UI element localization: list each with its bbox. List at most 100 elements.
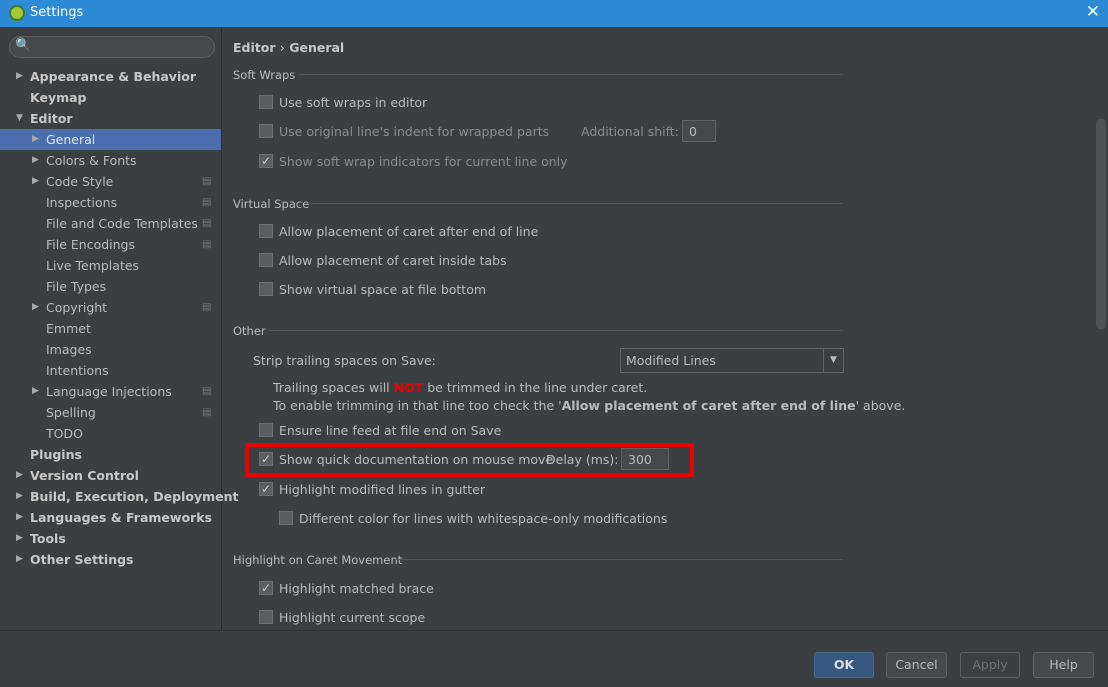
sidebar-item-label: Intentions <box>46 363 109 378</box>
sidebar-item-colors-fonts[interactable]: ▶ Colors & Fonts <box>0 150 221 171</box>
sidebar-item-other-settings[interactable]: ▶ Other Settings <box>0 549 221 570</box>
sidebar-item-intentions[interactable]: Intentions <box>0 360 221 381</box>
collapsed-arrow-icon[interactable]: ▶ <box>32 171 39 192</box>
sidebar-item-label: Live Templates <box>46 258 140 273</box>
collapsed-arrow-icon[interactable]: ▶ <box>32 150 39 171</box>
collapsed-arrow-icon[interactable]: ▶ <box>16 486 23 507</box>
sidebar-item-live-templates[interactable]: Live Templates <box>0 255 221 276</box>
project-settings-icon: ▤ <box>202 302 212 313</box>
ok-button[interactable]: OK <box>814 652 874 678</box>
sidebar-item-inspections[interactable]: Inspections ▤ <box>0 192 221 213</box>
vertical-scrollbar[interactable] <box>1096 119 1106 329</box>
search-input[interactable]: 🔍 <box>9 36 215 58</box>
note-text: To enable trimming in that line too chec… <box>273 398 562 413</box>
project-settings-icon: ▤ <box>202 407 212 418</box>
delay-label: Delay (ms): <box>546 452 619 467</box>
divider <box>299 74 843 75</box>
project-settings-icon: ▤ <box>202 386 212 397</box>
sidebar-item-label: Tools <box>30 531 66 546</box>
caret-inside-tabs-label: Allow placement of caret inside tabs <box>279 253 507 268</box>
caret-after-end-label: Allow placement of caret after end of li… <box>279 224 539 239</box>
section-caret-movement: Highlight on Caret Movement <box>233 553 403 567</box>
virtual-space-bottom-label: Show virtual space at file bottom <box>279 282 487 297</box>
sidebar-item-build-execution-deployment[interactable]: ▶ Build, Execution, Deployment <box>0 486 238 507</box>
dialog-footer: OK Cancel Apply Help <box>0 630 1108 687</box>
virtual-space-bottom-checkbox[interactable] <box>259 282 273 296</box>
sidebar-item-label: Emmet <box>46 321 91 336</box>
collapsed-arrow-icon[interactable]: ▶ <box>32 381 39 402</box>
trailing-note-2: To enable trimming in that line too chec… <box>273 398 905 413</box>
sidebar-item-languages-frameworks[interactable]: ▶ Languages & Frameworks <box>0 507 221 528</box>
sidebar-item-keymap[interactable]: Keymap <box>0 87 221 108</box>
sidebar-item-label: Other Settings <box>30 552 134 567</box>
cancel-button[interactable]: Cancel <box>886 652 947 678</box>
expanded-arrow-icon[interactable]: ▼ <box>16 108 23 129</box>
sidebar-item-version-control[interactable]: ▶ Version Control <box>0 465 221 486</box>
matched-brace-checkbox[interactable]: ✓ <box>259 581 273 595</box>
close-icon[interactable]: ✕ <box>1086 2 1100 22</box>
sidebar-item-tools[interactable]: ▶ Tools <box>0 528 221 549</box>
sidebar-item-language-injections[interactable]: ▶ Language Injections ▤ <box>0 381 221 402</box>
apply-button[interactable]: Apply <box>960 652 1020 678</box>
sidebar-item-label: TODO <box>46 426 83 441</box>
use-soft-wraps-checkbox[interactable] <box>259 95 273 109</box>
section-virtual-space: Virtual Space <box>233 197 310 211</box>
android-studio-logo-icon <box>9 5 25 21</box>
sidebar-item-emmet[interactable]: Emmet <box>0 318 221 339</box>
sidebar-item-file-and-code-templates[interactable]: File and Code Templates ▤ <box>0 213 221 234</box>
caret-after-end-checkbox[interactable] <box>259 224 273 238</box>
quick-doc-checkbox[interactable]: ✓ <box>259 452 273 466</box>
breadcrumb-current: General <box>289 40 345 55</box>
help-button[interactable]: Help <box>1033 652 1094 678</box>
sidebar-item-label: Build, Execution, Deployment <box>30 489 239 504</box>
sidebar-item-file-encodings[interactable]: File Encodings ▤ <box>0 234 221 255</box>
strip-spaces-select[interactable]: Modified Lines ▼ <box>620 348 844 373</box>
caret-inside-tabs-checkbox[interactable] <box>259 253 273 267</box>
show-indicators-label: Show soft wrap indicators for current li… <box>279 154 568 169</box>
sidebar-item-label: Spelling <box>46 405 96 420</box>
sidebar-item-spelling[interactable]: Spelling ▤ <box>0 402 221 423</box>
original-indent-checkbox[interactable] <box>259 124 273 138</box>
original-indent-label: Use original line's indent for wrapped p… <box>279 124 550 139</box>
additional-shift-label: Additional shift: <box>581 124 679 139</box>
show-indicators-checkbox[interactable]: ✓ <box>259 154 273 168</box>
sidebar-item-label: Code Style <box>46 174 114 189</box>
sidebar-item-editor[interactable]: ▼ Editor <box>0 108 221 129</box>
sidebar-item-images[interactable]: Images <box>0 339 221 360</box>
sidebar-item-label: File Encodings <box>46 237 136 252</box>
note-text: be trimmed in the line under caret. <box>423 380 648 395</box>
sidebar-item-todo[interactable]: TODO <box>0 423 221 444</box>
trailing-note-1: Trailing spaces will NOT be trimmed in t… <box>273 380 647 395</box>
section-soft-wraps: Soft Wraps <box>233 68 296 82</box>
sidebar-item-label: File and Code Templates <box>46 216 198 231</box>
additional-shift-input[interactable]: 0 <box>682 120 716 142</box>
breadcrumb-separator: › <box>279 40 285 55</box>
collapsed-arrow-icon[interactable]: ▶ <box>16 528 23 549</box>
collapsed-arrow-icon[interactable]: ▶ <box>32 129 39 150</box>
project-settings-icon: ▤ <box>202 197 212 208</box>
delay-input[interactable]: 300 <box>621 448 669 470</box>
current-scope-label: Highlight current scope <box>279 610 426 625</box>
sidebar-item-label: Language Injections <box>46 384 172 399</box>
sidebar-item-plugins[interactable]: Plugins <box>0 444 221 465</box>
sidebar-item-file-types[interactable]: File Types <box>0 276 221 297</box>
collapsed-arrow-icon[interactable]: ▶ <box>16 549 23 570</box>
line-feed-checkbox[interactable] <box>259 423 273 437</box>
diff-color-checkbox[interactable] <box>279 511 293 525</box>
sidebar-item-general[interactable]: ▶ General <box>0 129 221 150</box>
breadcrumb: Editor › General <box>233 40 344 55</box>
sidebar-item-code-style[interactable]: ▶ Code Style ▤ <box>0 171 221 192</box>
sidebar-item-appearance-behavior[interactable]: ▶ Appearance & Behavior <box>0 66 221 87</box>
current-scope-checkbox[interactable] <box>259 610 273 624</box>
project-settings-icon: ▤ <box>202 218 212 229</box>
divider <box>307 203 843 204</box>
collapsed-arrow-icon[interactable]: ▶ <box>16 465 23 486</box>
sidebar-item-label: General <box>46 132 96 147</box>
collapsed-arrow-icon[interactable]: ▶ <box>32 297 39 318</box>
collapsed-arrow-icon[interactable]: ▶ <box>16 507 23 528</box>
editor-general-panel: Editor › General Soft Wraps Use soft wra… <box>223 27 1108 630</box>
section-other: Other <box>233 324 266 338</box>
sidebar-item-copyright[interactable]: ▶ Copyright ▤ <box>0 297 221 318</box>
highlight-modified-checkbox[interactable]: ✓ <box>259 482 273 496</box>
collapsed-arrow-icon[interactable]: ▶ <box>16 66 23 87</box>
